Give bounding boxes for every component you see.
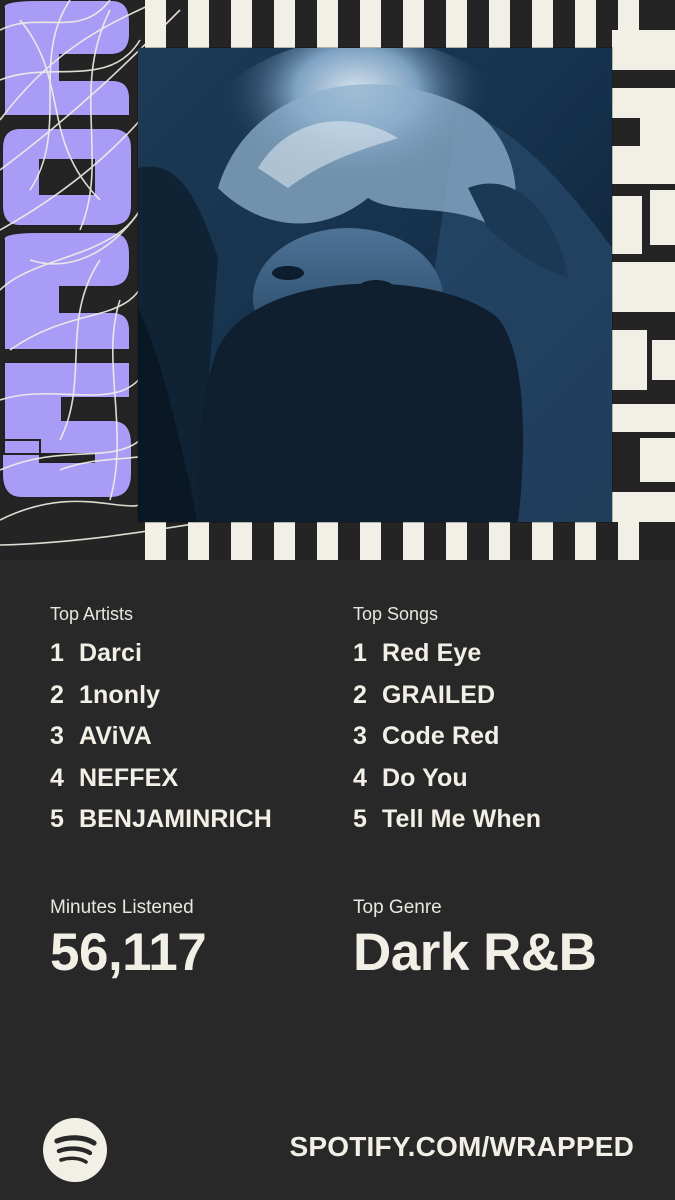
top-artists-list: 1 Darci 2 1nonly 3 AViVA 4 NEFFEX 5 BENJAMINR… [50, 633, 330, 841]
artist-name: AViVA [79, 722, 152, 750]
top-artists-section: Top Artists 1 Darci 2 1nonly 3 AViVA 4 NEFFE… [50, 603, 330, 841]
spotify-wrapped-link[interactable]: SPOTIFY.COM/WRAPPED [290, 1131, 635, 1163]
artist-name: Darci [79, 639, 143, 667]
rank-number: 2 [50, 680, 64, 709]
genre-label: Top Genre [353, 897, 442, 918]
list-item: 1 Red Eye [353, 633, 633, 675]
rank-number: 4 [50, 763, 64, 792]
artist-name: BENJAMINRICH [79, 805, 272, 833]
song-name: Tell Me When [382, 805, 542, 833]
rank-number: 1 [353, 639, 367, 667]
top-artists-title: Top Artists [50, 604, 134, 624]
song-name: Do You [382, 763, 468, 792]
list-item: 2 1nonly [50, 675, 330, 717]
portrait-illustration [138, 48, 612, 522]
top-songs-title: Top Songs [353, 604, 439, 624]
wrapped-card: Top Artists 1 Darci 2 1nonly 3 AViVA 4 NEFFE… [0, 0, 675, 1200]
spotify-logo-icon[interactable] [43, 1118, 107, 1182]
rank-number: 4 [353, 763, 367, 792]
stats-section: Top Artists 1 Darci 2 1nonly 3 AViVA 4 NEFFE… [0, 560, 675, 1200]
list-item: 4 Do You [353, 758, 633, 800]
genre-value: Dark R&B [353, 923, 597, 982]
artist-name: 1nonly [79, 680, 161, 709]
top-songs-section: Top Songs 1 Red Eye 2 GRAILED 3 Code Red 4D… [353, 603, 633, 841]
rank-number: 5 [50, 805, 64, 833]
top-genre-section: Top Genre Dark R&B [353, 897, 597, 983]
list-item: 4 NEFFEX [50, 758, 330, 800]
rank-number: 3 [50, 722, 64, 750]
minutes-listened-section: Minutes Listened 56,117 [50, 897, 207, 983]
song-name: GRAILED [382, 680, 496, 709]
list-item: 3 Code Red [353, 716, 633, 758]
artwork-band [0, 0, 675, 560]
list-item: 5 BENJAMINRICH [50, 799, 330, 841]
rank-number: 5 [353, 805, 367, 833]
rank-number: 1 [50, 639, 64, 667]
minutes-label: Minutes Listened [50, 897, 194, 918]
minutes-value: 56,117 [50, 923, 207, 982]
rank-number: 2 [353, 680, 367, 709]
top-songs-list: 1 Red Eye 2 GRAILED 3 Code Red 4 Do You 5 Tel… [353, 633, 633, 841]
rank-number: 3 [353, 722, 367, 750]
song-name: Red Eye [382, 639, 482, 667]
list-item: 1 Darci [50, 633, 330, 675]
cover-photo [138, 48, 612, 522]
list-item: 3 AViVA [50, 716, 330, 758]
artist-name: NEFFEX [79, 763, 179, 792]
list-item: 5 Tell Me When [353, 799, 633, 841]
footer: SPOTIFY.COM/WRAPPED [0, 1110, 675, 1182]
song-name: Code Red [382, 722, 500, 750]
list-item: 2 GRAILED [353, 675, 633, 717]
